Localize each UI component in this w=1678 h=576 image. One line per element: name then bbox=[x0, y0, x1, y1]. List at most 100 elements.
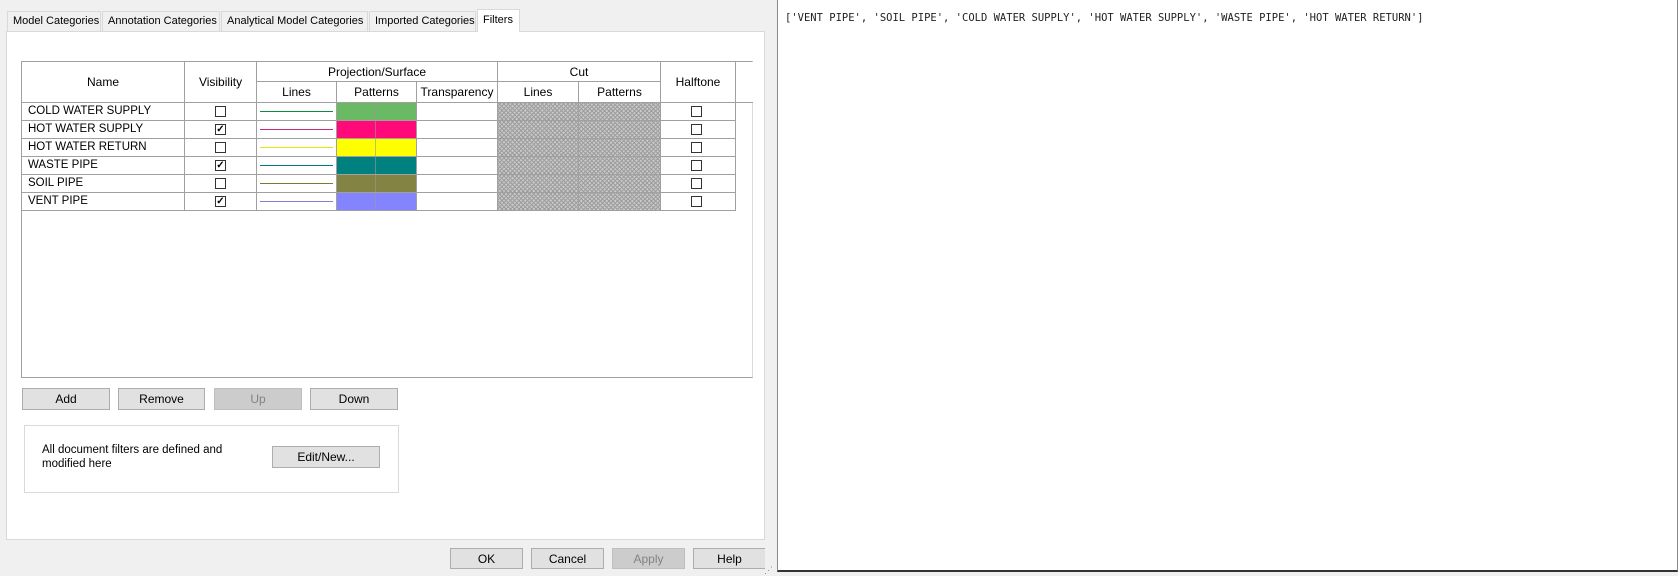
filter-name-cell[interactable]: SOIL PIPE bbox=[22, 175, 185, 193]
filter-name-cell[interactable]: WASTE PIPE bbox=[22, 157, 185, 175]
projection-patterns-cell[interactable] bbox=[337, 157, 417, 175]
filters-info-text: All document filters are defined and mod… bbox=[42, 443, 242, 471]
projection-lines-cell[interactable] bbox=[257, 193, 337, 211]
tab-annotation-categories[interactable]: Annotation Categories bbox=[102, 11, 220, 31]
column-header-name[interactable]: Name bbox=[22, 62, 185, 103]
transparency-cell[interactable] bbox=[417, 175, 498, 193]
halftone-checkbox[interactable] bbox=[691, 178, 702, 189]
visibility-checkbox[interactable] bbox=[215, 178, 226, 189]
halftone-cell[interactable] bbox=[661, 193, 736, 211]
edit-new-button[interactable]: Edit/New... bbox=[272, 446, 380, 468]
projection-patterns-cell[interactable] bbox=[337, 193, 417, 211]
visibility-checkbox[interactable]: ✓ bbox=[215, 124, 226, 135]
filters-grid: Name Visibility Projection/Surface Lines… bbox=[21, 61, 753, 378]
halftone-checkbox[interactable] bbox=[691, 196, 702, 207]
visibility-checkbox[interactable] bbox=[215, 142, 226, 153]
visibility-cell[interactable] bbox=[185, 103, 257, 121]
output-text: ['VENT PIPE', 'SOIL PIPE', 'COLD WATER S… bbox=[785, 12, 1424, 24]
cancel-button[interactable]: Cancel bbox=[531, 548, 604, 569]
transparency-cell[interactable] bbox=[417, 121, 498, 139]
column-header-projection-patterns[interactable]: Patterns bbox=[337, 82, 417, 103]
cut-lines-cell[interactable] bbox=[498, 121, 579, 139]
resize-grip-icon[interactable]: ⋰ bbox=[764, 565, 774, 575]
projection-patterns-cell[interactable] bbox=[337, 175, 417, 193]
transparency-cell[interactable] bbox=[417, 193, 498, 211]
projection-lines-cell[interactable] bbox=[257, 103, 337, 121]
halftone-checkbox[interactable] bbox=[691, 124, 702, 135]
line-sample bbox=[260, 183, 333, 184]
pattern-divider bbox=[375, 175, 376, 192]
tab-analytical-model-categories[interactable]: Analytical Model Categories bbox=[221, 11, 368, 31]
column-header-cut: Cut bbox=[498, 62, 661, 82]
cut-patterns-cell[interactable] bbox=[579, 103, 661, 121]
cut-lines-cell[interactable] bbox=[498, 175, 579, 193]
filter-name-cell[interactable]: COLD WATER SUPPLY bbox=[22, 103, 185, 121]
transparency-cell[interactable] bbox=[417, 103, 498, 121]
transparency-cell[interactable] bbox=[417, 157, 498, 175]
tab-imported-categories[interactable]: Imported Categories bbox=[369, 11, 476, 31]
visibility-cell[interactable] bbox=[185, 139, 257, 157]
up-button[interactable]: Up bbox=[214, 388, 302, 410]
projection-lines-cell[interactable] bbox=[257, 157, 337, 175]
visibility-cell[interactable] bbox=[185, 175, 257, 193]
cut-patterns-cell[interactable] bbox=[579, 121, 661, 139]
column-header-projection-surface: Projection/Surface bbox=[257, 62, 498, 82]
halftone-checkbox[interactable] bbox=[691, 160, 702, 171]
halftone-cell[interactable] bbox=[661, 103, 736, 121]
cut-lines-cell[interactable] bbox=[498, 157, 579, 175]
projection-lines-cell[interactable] bbox=[257, 175, 337, 193]
visibility-checkbox[interactable]: ✓ bbox=[215, 160, 226, 171]
column-header-cut-lines[interactable]: Lines bbox=[498, 82, 579, 103]
projection-lines-cell[interactable] bbox=[257, 139, 337, 157]
ok-button[interactable]: OK bbox=[450, 548, 523, 569]
tab-filters[interactable]: Filters bbox=[477, 9, 520, 32]
visibility-cell[interactable]: ✓ bbox=[185, 157, 257, 175]
remove-button[interactable]: Remove bbox=[118, 388, 205, 410]
cut-patterns-cell[interactable] bbox=[579, 139, 661, 157]
column-header-visibility[interactable]: Visibility bbox=[185, 62, 257, 103]
halftone-checkbox[interactable] bbox=[691, 142, 702, 153]
cut-lines-cell[interactable] bbox=[498, 103, 579, 121]
filters-info-line-2: modified here bbox=[42, 458, 112, 470]
column-header-transparency[interactable]: Transparency bbox=[417, 82, 498, 103]
visibility-checkbox[interactable]: ✓ bbox=[215, 196, 226, 207]
add-button[interactable]: Add bbox=[22, 388, 110, 410]
help-button[interactable]: Help bbox=[693, 548, 766, 569]
cut-lines-cell[interactable] bbox=[498, 193, 579, 211]
line-sample bbox=[260, 111, 333, 112]
cut-patterns-cell[interactable] bbox=[579, 175, 661, 193]
pattern-divider bbox=[375, 121, 376, 138]
column-header-projection-lines[interactable]: Lines bbox=[257, 82, 337, 103]
output-pane bbox=[777, 0, 1678, 572]
pattern-divider bbox=[375, 139, 376, 156]
projection-patterns-cell[interactable] bbox=[337, 139, 417, 157]
line-sample bbox=[260, 129, 333, 130]
cut-lines-cell[interactable] bbox=[498, 139, 579, 157]
filter-name-cell[interactable]: HOT WATER SUPPLY bbox=[22, 121, 185, 139]
cut-patterns-cell[interactable] bbox=[579, 193, 661, 211]
halftone-cell[interactable] bbox=[661, 157, 736, 175]
visibility-checkbox[interactable] bbox=[215, 106, 226, 117]
halftone-cell[interactable] bbox=[661, 175, 736, 193]
visibility-cell[interactable]: ✓ bbox=[185, 193, 257, 211]
visibility-cell[interactable]: ✓ bbox=[185, 121, 257, 139]
pane-splitter[interactable] bbox=[765, 0, 777, 576]
pattern-divider bbox=[375, 193, 376, 210]
filter-name-cell[interactable]: VENT PIPE bbox=[22, 193, 185, 211]
tab-model-categories[interactable]: Model Categories bbox=[7, 11, 101, 31]
projection-patterns-cell[interactable] bbox=[337, 103, 417, 121]
down-button[interactable]: Down bbox=[310, 388, 398, 410]
column-header-cut-patterns[interactable]: Patterns bbox=[579, 82, 661, 103]
column-header-halftone[interactable]: Halftone bbox=[661, 62, 736, 103]
column-header-filler bbox=[736, 62, 753, 103]
halftone-cell[interactable] bbox=[661, 139, 736, 157]
line-sample bbox=[260, 201, 333, 202]
projection-patterns-cell[interactable] bbox=[337, 121, 417, 139]
halftone-cell[interactable] bbox=[661, 121, 736, 139]
apply-button[interactable]: Apply bbox=[612, 548, 685, 569]
transparency-cell[interactable] bbox=[417, 139, 498, 157]
halftone-checkbox[interactable] bbox=[691, 106, 702, 117]
projection-lines-cell[interactable] bbox=[257, 121, 337, 139]
cut-patterns-cell[interactable] bbox=[579, 157, 661, 175]
filter-name-cell[interactable]: HOT WATER RETURN bbox=[22, 139, 185, 157]
